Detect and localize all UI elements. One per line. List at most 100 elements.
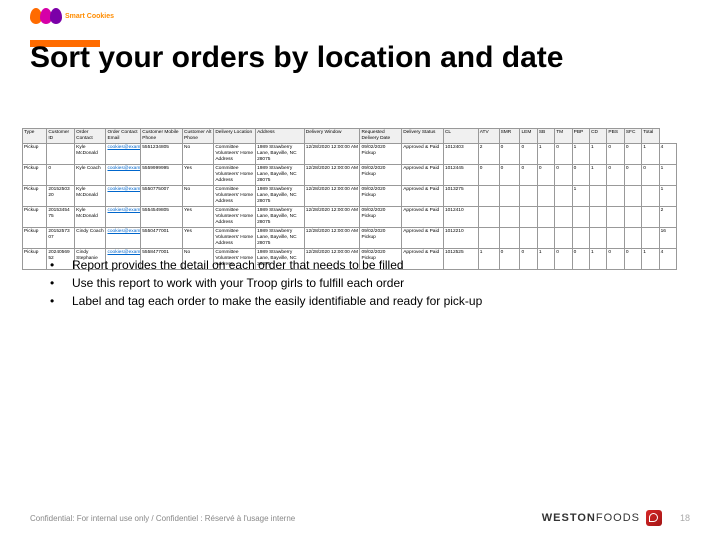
table-cell: 09/02/2020 Pickup <box>360 165 402 186</box>
table-row: PickupKyle McDonaldcookies@example.com55… <box>23 144 698 165</box>
table-cell: 0 <box>47 165 75 186</box>
table-cell <box>642 207 659 228</box>
table-cell: No <box>183 186 214 207</box>
table-cell: 1 <box>642 144 659 165</box>
table-cell <box>624 186 641 207</box>
table-cell: Pickup <box>23 207 47 228</box>
table-cell: 1012410 <box>443 207 478 228</box>
table-cell: 2 <box>659 207 676 228</box>
table-cell: 5551234805 <box>141 144 183 165</box>
column-header: Delivery Window <box>304 129 360 144</box>
table-cell: 0 <box>572 165 589 186</box>
table-cell: Pickup <box>23 165 47 186</box>
table-cell: 0 <box>478 165 499 186</box>
table-cell: 0 <box>499 165 520 186</box>
column-header: CL <box>443 129 478 144</box>
table-cell: 5550775007 <box>141 186 183 207</box>
column-header: Address <box>256 129 305 144</box>
table-row: Pickup20152573 07Cindy Coachcookies@exam… <box>23 228 698 249</box>
table-cell: Approved & Paid <box>402 186 444 207</box>
table-cell: Kyle Coach <box>75 165 106 186</box>
table-cell: 1 <box>590 165 607 186</box>
table-cell <box>607 207 624 228</box>
table-cell: 1012210 <box>443 228 478 249</box>
table-cell: Yes <box>183 165 214 186</box>
table-cell: 20152573 07 <box>47 228 75 249</box>
table-cell: Committee Volunteers' Home Address <box>214 144 256 165</box>
table-cell: 1012403 <box>443 144 478 165</box>
table-cell <box>572 228 589 249</box>
table-cell: 09/02/2020 Pickup <box>360 207 402 228</box>
table-cell: 0 <box>520 249 537 270</box>
table-cell: Cindy Coach <box>75 228 106 249</box>
table-cell: 1012445 <box>443 165 478 186</box>
table-cell: 12/28/2020 12:00:00 AM <box>304 186 360 207</box>
table-cell <box>499 186 520 207</box>
table-cell: 1013275 <box>443 186 478 207</box>
table-cell: cookies@example.com <box>106 144 141 165</box>
smart-cookies-logo: Smart Cookies <box>30 8 114 24</box>
column-header: Customer Alt Phone <box>183 129 214 144</box>
table-cell: 0 <box>572 249 589 270</box>
table-cell: 0 <box>607 249 624 270</box>
table-cell: 20152503 20 <box>47 186 75 207</box>
table-cell <box>555 207 572 228</box>
footer: Confidential: For internal use only / Co… <box>30 510 690 526</box>
table-cell: 1 <box>572 144 589 165</box>
logo-text: Smart Cookies <box>65 13 114 20</box>
table-cell: Kyle McDonald <box>75 144 106 165</box>
table-cell: Pickup <box>23 228 47 249</box>
table-cell: Approved & Paid <box>402 228 444 249</box>
column-header: Order Contact Email <box>106 129 141 144</box>
table-cell: 4 <box>659 144 676 165</box>
table-cell <box>624 207 641 228</box>
table-cell: 0 <box>642 165 659 186</box>
table-cell <box>590 186 607 207</box>
table-row: Pickup20153454 75Kyle McDonaldcookies@ex… <box>23 207 698 228</box>
table-cell: 1 <box>537 144 554 165</box>
bullet-list: Report provides the detail on each order… <box>50 256 482 310</box>
table-cell: Approved & Paid <box>402 207 444 228</box>
table-cell: 0 <box>520 144 537 165</box>
table-cell <box>520 186 537 207</box>
table-cell: Kyle McDonald <box>75 207 106 228</box>
table-cell: 0 <box>624 249 641 270</box>
weston-logo-text: WESTONFOODS <box>542 512 640 524</box>
table-cell: No <box>183 144 214 165</box>
table-cell: 1 <box>537 249 554 270</box>
column-header: PBP <box>572 129 589 144</box>
table-cell: 2 <box>478 144 499 165</box>
table-cell: 12/28/2020 12:00:00 AM <box>304 207 360 228</box>
table-cell: 1 <box>659 186 676 207</box>
table-cell: Approved & Paid <box>402 165 444 186</box>
table-cell: 0 <box>520 165 537 186</box>
column-header: Order Contact <box>75 129 106 144</box>
table-cell: 1989 Strawberry Lane, Bayville, NC 28075 <box>256 186 305 207</box>
table-cell: Yes <box>183 228 214 249</box>
table-cell: 16 <box>659 228 676 249</box>
table-cell <box>590 228 607 249</box>
table-cell: 12/28/2020 12:00:00 AM <box>304 228 360 249</box>
table-cell: cookies@example.com <box>106 165 141 186</box>
table-cell: Yes <box>183 207 214 228</box>
table-cell <box>478 186 499 207</box>
table-cell: 0 <box>537 165 554 186</box>
table-cell: 1 <box>659 165 676 186</box>
table-cell <box>478 228 499 249</box>
table-cell: 5559999995 <box>141 165 183 186</box>
column-header: SMR <box>499 129 520 144</box>
column-header: Customer ID <box>47 129 75 144</box>
table-cell: 0 <box>499 249 520 270</box>
page-number: 18 <box>680 513 690 523</box>
column-header: Customer Mobile Phone <box>141 129 183 144</box>
table-cell <box>537 186 554 207</box>
table-cell: 12/28/2020 12:00:00 AM <box>304 165 360 186</box>
table-cell <box>572 207 589 228</box>
table-cell: 0 <box>607 165 624 186</box>
table-cell: Committee Volunteers' Home Address <box>214 186 256 207</box>
table-cell: 1 <box>642 249 659 270</box>
table-cell <box>642 186 659 207</box>
list-item: Report provides the detail on each order… <box>50 256 482 274</box>
list-item: Use this report to work with your Troop … <box>50 274 482 292</box>
column-header: LEM <box>520 129 537 144</box>
